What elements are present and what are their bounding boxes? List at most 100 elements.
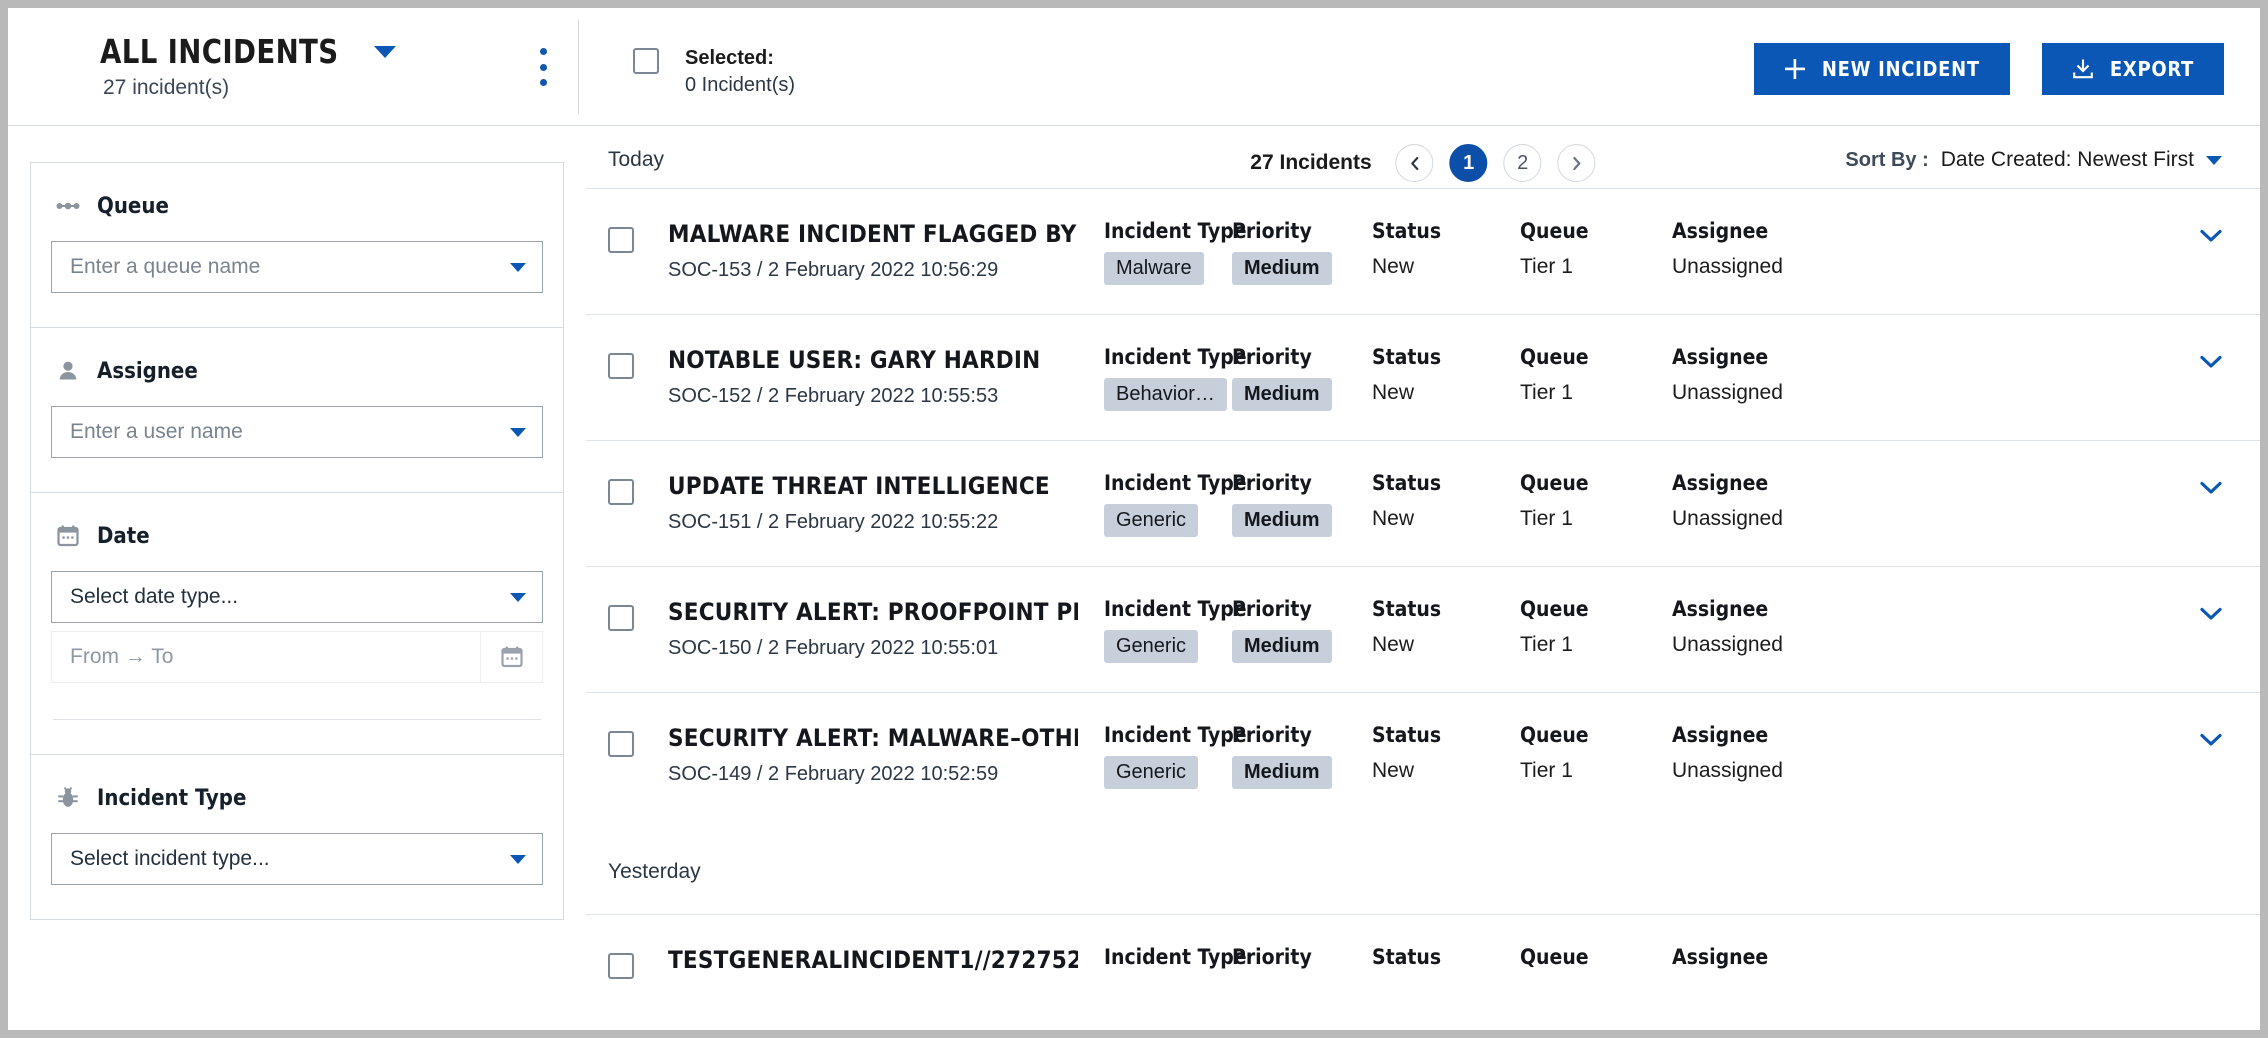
new-incident-button[interactable]: NEW INCIDENT: [1753, 43, 2010, 95]
priority-badge: Medium: [1232, 252, 1332, 285]
row-title-block: TESTGENERALINCIDENT1//2727527: [668, 945, 1078, 984]
selected-label: Selected:: [685, 47, 774, 69]
incident-meta: SOC-152 / 2 February 2022 10:55:53: [668, 385, 999, 407]
bug-icon: [55, 785, 81, 811]
row-checkbox[interactable]: [608, 353, 634, 379]
cell-incident-type: Incident Type Generic: [1104, 597, 1247, 668]
queue-select[interactable]: Enter a queue name: [51, 241, 543, 293]
chevron-down-icon[interactable]: [374, 45, 397, 58]
column-header-assignee: Assignee: [1672, 945, 1769, 969]
pagination: 27 Incidents 1 2: [1250, 144, 1596, 182]
date-range-input[interactable]: From → To: [51, 631, 543, 683]
date-type-value: Select date type...: [70, 585, 239, 608]
row-checkbox[interactable]: [608, 227, 634, 253]
cell-assignee: Assignee: [1672, 945, 1852, 969]
list-header: Today 27 Incidents 1 2 Sort By: Date Cr…: [586, 126, 2260, 188]
table-row[interactable]: SECURITY ALERT: PROOFPOINT PHIS… SOC-150 …: [586, 566, 2260, 692]
status-value: New: [1372, 633, 1415, 656]
row-checkbox[interactable]: [608, 479, 634, 505]
assignee-select[interactable]: Enter a user name: [51, 406, 543, 458]
chevron-right-icon[interactable]: [1557, 144, 1596, 182]
date-range-placeholder: From → To: [70, 645, 174, 668]
chevron-left-icon[interactable]: [1395, 144, 1434, 182]
table-row[interactable]: MALWARE INCIDENT FLAGGED BY CR… SOC-153 /…: [586, 188, 2260, 314]
sort-by-control[interactable]: Sort By : Date Created: Newest First: [1845, 148, 2222, 172]
cell-priority: Priority Medium: [1232, 219, 1372, 290]
cell-priority: Priority Medium: [1232, 471, 1372, 542]
row-checkbox[interactable]: [608, 953, 634, 979]
row-title-block: MALWARE INCIDENT FLAGGED BY CR… SOC-153 /…: [668, 219, 1078, 282]
column-header-priority: Priority: [1232, 723, 1312, 747]
queue-value: Tier 1: [1520, 507, 1573, 530]
column-header-incident-type: Incident Type: [1104, 597, 1247, 621]
filter-label-incident-type: Incident Type: [97, 785, 247, 811]
chevron-down-icon: [510, 854, 526, 864]
row-title-block: SECURITY ALERT: PROOFPOINT PHIS… SOC-150 …: [668, 597, 1078, 660]
row-title-block: NOTABLE USER: GARY HARDIN SOC-152 / 2 Feb…: [668, 345, 1078, 408]
selection-summary: Selected: 0 Incident(s): [633, 45, 795, 99]
row-title-block: SECURITY ALERT: MALWARE–OTHER … SOC-149 /…: [668, 723, 1078, 786]
incident-list: Today 27 Incidents 1 2 Sort By: Date Cr…: [586, 126, 2260, 1029]
assignee-value: Unassigned: [1672, 633, 1783, 656]
filter-group-date: Date Select date type... From → To: [31, 493, 563, 755]
table-row[interactable]: SECURITY ALERT: MALWARE–OTHER … SOC-149 /…: [586, 692, 2260, 818]
incident-meta: SOC-149 / 2 February 2022 10:52:59: [668, 763, 999, 785]
queue-select-value: Enter a queue name: [70, 255, 261, 278]
cell-queue: Queue Tier 1: [1520, 597, 1672, 657]
cell-status: Status New: [1372, 597, 1520, 657]
cell-status: Status New: [1372, 471, 1520, 531]
status-value: New: [1372, 759, 1415, 782]
chevron-down-icon[interactable]: [2200, 229, 2222, 248]
new-incident-label: NEW INCIDENT: [1821, 57, 1980, 81]
chevron-down-icon[interactable]: [2200, 733, 2222, 752]
plus-icon: [1784, 58, 1806, 80]
incident-type-badge: Generic: [1104, 504, 1199, 537]
cell-incident-type: Incident Type Malware: [1104, 219, 1247, 290]
priority-badge: Medium: [1232, 504, 1332, 537]
filter-group-incident-type: Incident Type Select incident type...: [31, 755, 563, 919]
column-header-incident-type: Incident Type: [1104, 345, 1247, 369]
cell-incident-type: Incident Type Behavior…: [1104, 345, 1247, 416]
incident-title: NOTABLE USER: GARY HARDIN: [668, 346, 1041, 374]
column-header-queue: Queue: [1520, 345, 1589, 369]
date-type-select[interactable]: Select date type...: [51, 571, 543, 623]
column-header-incident-type: Incident Type: [1104, 471, 1247, 495]
row-checkbox[interactable]: [608, 731, 634, 757]
queue-value: Tier 1: [1520, 759, 1573, 782]
table-row[interactable]: TESTGENERALINCIDENT1//2727527 Incident Ty…: [586, 914, 2260, 984]
filter-header-date: Date: [51, 523, 543, 549]
chevron-down-icon[interactable]: [2200, 481, 2222, 500]
column-header-priority: Priority: [1232, 219, 1312, 243]
column-header-incident-type: Incident Type: [1104, 723, 1247, 747]
incident-title: MALWARE INCIDENT FLAGGED BY CR…: [668, 220, 1078, 248]
chevron-down-icon[interactable]: [2200, 355, 2222, 374]
assignee-select-value: Enter a user name: [70, 420, 243, 443]
queue-value: Tier 1: [1520, 255, 1573, 278]
pagination-page-2[interactable]: 2: [1503, 144, 1542, 182]
sort-by-value: Date Created: Newest First: [1940, 148, 2194, 171]
assignee-value: Unassigned: [1672, 381, 1783, 404]
export-button[interactable]: EXPORT: [2041, 43, 2224, 95]
row-checkbox[interactable]: [608, 605, 634, 631]
incident-type-select[interactable]: Select incident type...: [51, 833, 543, 885]
incident-type-badge: Generic: [1104, 756, 1199, 789]
column-header-priority: Priority: [1232, 471, 1312, 495]
column-header-queue: Queue: [1520, 945, 1589, 969]
incident-title: TESTGENERALINCIDENT1//2727527: [668, 946, 1078, 974]
select-all-checkbox[interactable]: [633, 48, 659, 74]
assignee-value: Unassigned: [1672, 255, 1783, 278]
column-header-queue: Queue: [1520, 219, 1589, 243]
table-row[interactable]: UPDATE THREAT INTELLIGENCE SOC-151 / 2 Fe…: [586, 440, 2260, 566]
more-vertical-icon[interactable]: [529, 44, 557, 90]
chevron-down-icon[interactable]: [2200, 607, 2222, 626]
queue-value: Tier 1: [1520, 381, 1573, 404]
pagination-page-1[interactable]: 1: [1449, 144, 1488, 182]
incident-meta: SOC-151 / 2 February 2022 10:55:22: [668, 511, 999, 533]
cell-status: Status New: [1372, 219, 1520, 279]
view-selector[interactable]: ALL INCIDENTS: [100, 32, 397, 71]
divider: [53, 719, 541, 720]
table-row[interactable]: NOTABLE USER: GARY HARDIN SOC-152 / 2 Feb…: [586, 314, 2260, 440]
column-header-queue: Queue: [1520, 471, 1589, 495]
cell-queue: Queue Tier 1: [1520, 345, 1672, 405]
calendar-icon[interactable]: [480, 632, 542, 682]
